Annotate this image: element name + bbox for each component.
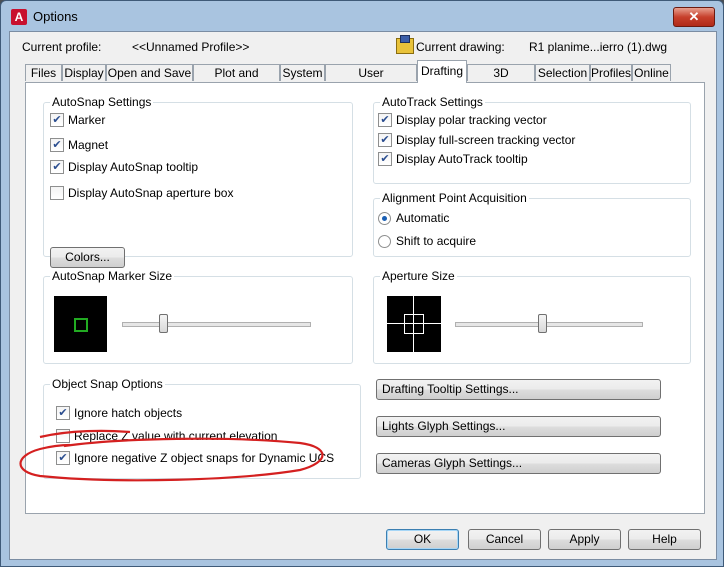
tab-profiles[interactable]: Profiles bbox=[590, 64, 632, 81]
check-icon: ✔ bbox=[50, 138, 64, 152]
replace-z-checkbox[interactable]: Replace Z value with current elevation bbox=[56, 429, 277, 444]
ignore-negative-z-checkbox[interactable]: ✔ Ignore negative Z object snaps for Dyna… bbox=[56, 451, 334, 466]
check-icon: ✔ bbox=[56, 451, 70, 465]
tab-files[interactable]: Files bbox=[25, 64, 62, 81]
dialog-client: Current profile: <<Unnamed Profile>> Cur… bbox=[9, 31, 717, 560]
window-title: Options bbox=[33, 9, 78, 24]
close-button[interactable]: ✕ bbox=[673, 7, 715, 27]
current-profile-label: Current profile: bbox=[22, 40, 102, 54]
aperture-size-slider[interactable] bbox=[538, 314, 548, 333]
aperture-size-track[interactable] bbox=[455, 322, 643, 327]
current-drawing-label: Current drawing: bbox=[416, 40, 505, 54]
marker-checkbox[interactable]: ✔ Marker bbox=[50, 113, 105, 128]
tab-selection[interactable]: Selection bbox=[535, 64, 590, 81]
alignment-acquisition-title: Alignment Point Acquisition bbox=[382, 191, 527, 205]
drawing-icon bbox=[396, 35, 414, 54]
apply-button[interactable]: Apply bbox=[548, 529, 621, 550]
tab-display[interactable]: Display bbox=[62, 64, 106, 81]
ignore-hatch-checkbox[interactable]: ✔ Ignore hatch objects bbox=[56, 406, 182, 421]
tab-plot-and-publish[interactable]: Plot and Publish bbox=[193, 64, 280, 97]
tab-drafting[interactable]: Drafting bbox=[417, 60, 467, 83]
aperture-box-icon bbox=[404, 314, 424, 334]
title-bar[interactable]: A Options ✕ bbox=[1, 1, 723, 31]
marker-preview bbox=[54, 296, 107, 352]
cancel-button[interactable]: Cancel bbox=[468, 529, 541, 550]
empty-checkbox-icon bbox=[56, 429, 70, 443]
aperture-preview bbox=[387, 296, 441, 352]
tab-open-and-save[interactable]: Open and Save bbox=[106, 64, 193, 81]
drafting-tooltip-settings-button[interactable]: Drafting Tooltip Settings... bbox=[376, 379, 661, 400]
profile-bar: Current profile: <<Unnamed Profile>> Cur… bbox=[10, 32, 716, 60]
radio-empty-icon bbox=[378, 235, 391, 248]
check-icon: ✔ bbox=[50, 113, 64, 127]
colors-button[interactable]: Colors... bbox=[50, 247, 125, 268]
fullscreen-tracking-checkbox[interactable]: ✔ Display full-screen tracking vector bbox=[378, 133, 575, 148]
magnet-checkbox[interactable]: ✔ Magnet bbox=[50, 138, 108, 153]
marker-size-slider[interactable] bbox=[159, 314, 169, 333]
drafting-panel: AutoSnap Settings ✔ Marker ✔ Magnet ✔ Displ… bbox=[25, 82, 705, 514]
polar-tracking-checkbox[interactable]: ✔ Display polar tracking vector bbox=[378, 113, 547, 128]
options-dialog: A Options ✕ Current profile: <<Unnamed P… bbox=[0, 0, 724, 567]
radio-selected-icon bbox=[378, 212, 391, 225]
autotrack-settings-title: AutoTrack Settings bbox=[382, 95, 483, 109]
autocad-logo-icon: A bbox=[11, 9, 27, 25]
marker-size-track[interactable] bbox=[122, 322, 311, 327]
help-button[interactable]: Help bbox=[628, 529, 701, 550]
autosnap-tooltip-checkbox[interactable]: ✔ Display AutoSnap tooltip bbox=[50, 160, 198, 175]
current-drawing-value: R1 planime...ierro (1).dwg bbox=[529, 40, 668, 54]
empty-checkbox-icon bbox=[50, 186, 64, 200]
aperture-box-checkbox[interactable]: Display AutoSnap aperture box bbox=[50, 186, 233, 201]
marker-size-title: AutoSnap Marker Size bbox=[52, 269, 173, 283]
check-icon: ✔ bbox=[378, 113, 392, 127]
marker-square-icon bbox=[74, 318, 88, 332]
tab-online[interactable]: Online bbox=[632, 64, 671, 81]
lights-glyph-settings-button[interactable]: Lights Glyph Settings... bbox=[376, 416, 661, 437]
current-profile-value: <<Unnamed Profile>> bbox=[132, 40, 250, 54]
tab-user-preferences[interactable]: User Preferences bbox=[325, 64, 417, 97]
autosnap-settings-title: AutoSnap Settings bbox=[52, 95, 152, 109]
automatic-radio[interactable]: Automatic bbox=[378, 211, 449, 226]
object-snap-options-title: Object Snap Options bbox=[52, 377, 163, 391]
check-icon: ✔ bbox=[378, 152, 392, 166]
tab-3d-modeling[interactable]: 3D Modeling bbox=[467, 64, 535, 97]
check-icon: ✔ bbox=[56, 406, 70, 420]
tab-system[interactable]: System bbox=[280, 64, 325, 81]
autotrack-tooltip-checkbox[interactable]: ✔ Display AutoTrack tooltip bbox=[378, 152, 528, 167]
shift-to-acquire-radio[interactable]: Shift to acquire bbox=[378, 234, 476, 249]
cameras-glyph-settings-button[interactable]: Cameras Glyph Settings... bbox=[376, 453, 661, 474]
check-icon: ✔ bbox=[50, 160, 64, 174]
check-icon: ✔ bbox=[378, 133, 392, 147]
aperture-size-title: Aperture Size bbox=[382, 269, 455, 283]
ok-button[interactable]: OK bbox=[386, 529, 459, 550]
